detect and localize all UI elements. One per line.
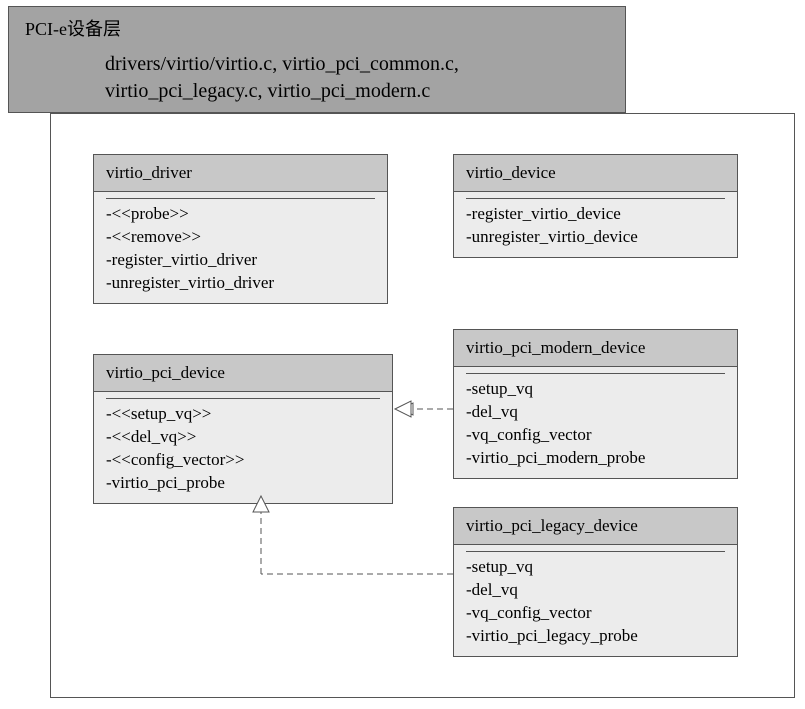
class-item: -register_virtio_device bbox=[466, 203, 725, 226]
class-body: -<<probe>> -<<remove>> -register_virtio_… bbox=[94, 192, 387, 303]
class-item: -<<del_vq>> bbox=[106, 426, 380, 449]
class-body: -setup_vq -del_vq -vq_config_vector -vir… bbox=[454, 367, 737, 478]
class-title: virtio_pci_device bbox=[94, 355, 392, 392]
class-item: -del_vq bbox=[466, 579, 725, 602]
class-title: virtio_driver bbox=[94, 155, 387, 192]
header-box: PCI-e设备层 drivers/virtio/virtio.c, virtio… bbox=[8, 6, 626, 113]
class-title: virtio_pci_modern_device bbox=[454, 330, 737, 367]
divider bbox=[466, 373, 725, 374]
class-virtio-pci-device: virtio_pci_device -<<setup_vq>> -<<del_v… bbox=[93, 354, 393, 504]
class-item: -vq_config_vector bbox=[466, 424, 725, 447]
header-files-line2: virtio_pci_legacy.c, virtio_pci_modern.c bbox=[105, 78, 609, 105]
header-title: PCI-e设备层 bbox=[25, 15, 609, 41]
divider bbox=[466, 198, 725, 199]
header-files-line1: drivers/virtio/virtio.c, virtio_pci_comm… bbox=[105, 51, 609, 78]
class-title: virtio_device bbox=[454, 155, 737, 192]
class-body: -register_virtio_device -unregister_virt… bbox=[454, 192, 737, 257]
class-item: -<<remove>> bbox=[106, 226, 375, 249]
class-item: -vq_config_vector bbox=[466, 602, 725, 625]
class-item: -register_virtio_driver bbox=[106, 249, 375, 272]
class-item: -<<probe>> bbox=[106, 203, 375, 226]
class-item: -unregister_virtio_driver bbox=[106, 272, 375, 295]
class-item: -<<setup_vq>> bbox=[106, 403, 380, 426]
main-container: virtio_driver -<<probe>> -<<remove>> -re… bbox=[50, 113, 795, 698]
class-body: -setup_vq -del_vq -vq_config_vector -vir… bbox=[454, 545, 737, 656]
class-item: -setup_vq bbox=[466, 556, 725, 579]
class-item: -virtio_pci_probe bbox=[106, 472, 380, 495]
divider bbox=[466, 551, 725, 552]
divider bbox=[106, 398, 380, 399]
class-item: -virtio_pci_legacy_probe bbox=[466, 625, 725, 648]
class-item: -<<config_vector>> bbox=[106, 449, 380, 472]
class-virtio-pci-legacy: virtio_pci_legacy_device -setup_vq -del_… bbox=[453, 507, 738, 657]
divider bbox=[106, 198, 375, 199]
class-body: -<<setup_vq>> -<<del_vq>> -<<config_vect… bbox=[94, 392, 392, 503]
class-virtio-driver: virtio_driver -<<probe>> -<<remove>> -re… bbox=[93, 154, 388, 304]
class-item: -virtio_pci_modern_probe bbox=[466, 447, 725, 470]
class-virtio-device: virtio_device -register_virtio_device -u… bbox=[453, 154, 738, 258]
class-item: -setup_vq bbox=[466, 378, 725, 401]
class-virtio-pci-modern: virtio_pci_modern_device -setup_vq -del_… bbox=[453, 329, 738, 479]
class-item: -del_vq bbox=[466, 401, 725, 424]
class-title: virtio_pci_legacy_device bbox=[454, 508, 737, 545]
class-item: -unregister_virtio_device bbox=[466, 226, 725, 249]
header-files: drivers/virtio/virtio.c, virtio_pci_comm… bbox=[25, 51, 609, 105]
